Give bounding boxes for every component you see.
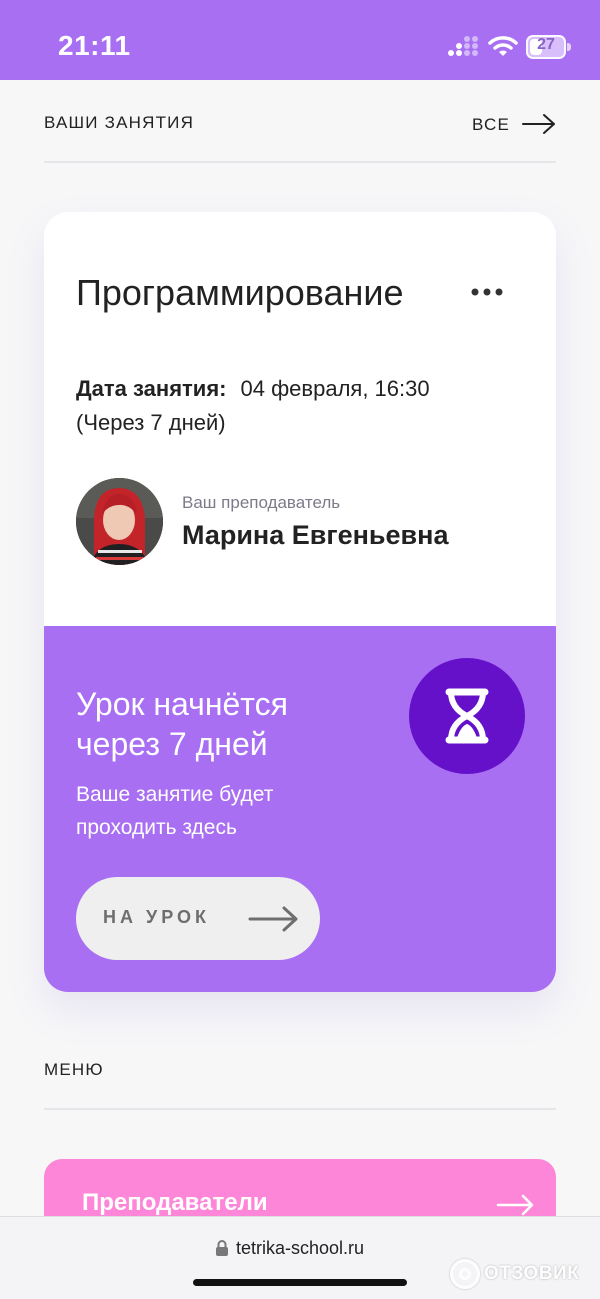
lesson-start-banner: Урок начнётся через 7 дней Ваше занятие … (44, 626, 556, 992)
arrow-right-icon (496, 1194, 534, 1216)
lock-icon (216, 1240, 228, 1256)
cellular-signal-icon (448, 36, 478, 56)
home-indicator[interactable] (193, 1279, 407, 1286)
all-lessons-label: ВСЕ (472, 115, 510, 134)
watermark-text: ОТЗОВИК (484, 1263, 580, 1284)
menu-item-teachers-label: Преподаватели (82, 1189, 268, 1216)
arrow-right-icon (248, 906, 298, 932)
battery-icon: 27 (526, 35, 572, 59)
banner-subtitle: Ваше занятие будет проходить здесь (76, 783, 274, 839)
divider (44, 161, 556, 163)
banner-title: Урок начнётся через 7 дней (76, 686, 288, 762)
lesson-date-label: Дата занятия: (76, 376, 227, 401)
teacher-caption: Ваш преподаватель (182, 493, 341, 512)
teacher-avatar (76, 478, 163, 565)
hourglass-badge (409, 658, 525, 774)
divider (44, 1108, 556, 1110)
all-lessons-link[interactable]: ВСЕ (472, 113, 556, 135)
lesson-date-value: 04 февраля, 16:30 (240, 376, 430, 401)
browser-address-bar[interactable]: tetrika-school.ru ОТЗОВИК (0, 1216, 600, 1299)
watermark-logo-icon (450, 1259, 480, 1289)
lesson-subject: Программирование (76, 272, 404, 313)
go-to-lesson-button[interactable]: НА УРОК (76, 877, 320, 960)
menu-section-title: МЕНЮ (44, 1060, 104, 1079)
teacher-name: Марина Евгеньевна (182, 520, 449, 550)
lessons-section-title: ВАШИ ЗАНЯТИЯ (44, 113, 195, 132)
lesson-card: Программирование Дата занятия: 04 февраля… (44, 212, 556, 992)
lesson-date-row: Дата занятия: 04 февраля, 16:30 (76, 376, 430, 402)
wifi-icon (488, 36, 518, 56)
arrow-right-icon (522, 114, 555, 134)
hourglass-icon (445, 688, 489, 744)
status-bar: 21:11 27 (0, 0, 600, 80)
status-time: 21:11 (58, 30, 131, 61)
battery-level: 27 (537, 36, 555, 53)
lesson-date-relative: (Через 7 дней) (76, 410, 226, 435)
go-to-lesson-label: НА УРОК (103, 907, 210, 927)
more-options-icon[interactable] (470, 286, 504, 298)
menu-section-header: МЕНЮ (44, 1060, 556, 1100)
lessons-section-header: ВАШИ ЗАНЯТИЯ ВСЕ (44, 113, 556, 153)
watermark: ОТЗОВИК (450, 1259, 579, 1289)
browser-url: tetrika-school.ru (236, 1238, 365, 1258)
